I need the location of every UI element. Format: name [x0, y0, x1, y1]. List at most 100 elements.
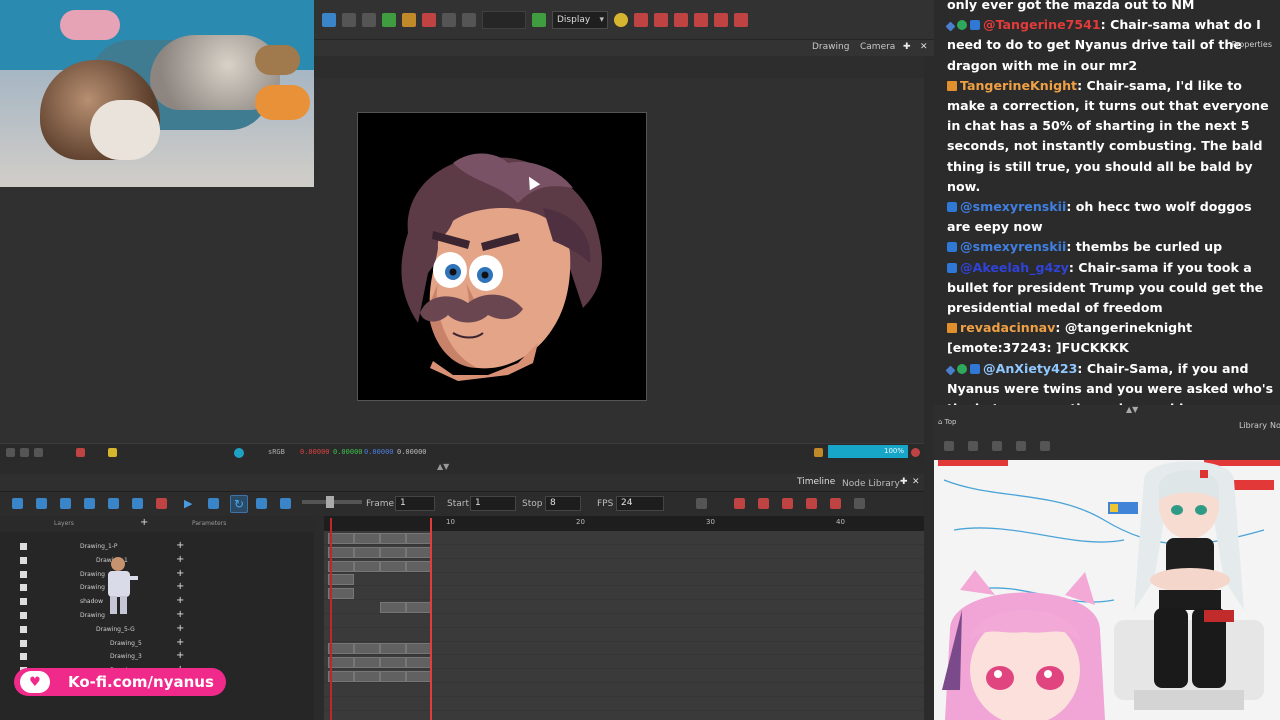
add-parameter-icon[interactable]: +	[176, 637, 184, 649]
tab-node-library[interactable]: Node Library	[842, 479, 900, 489]
record-icon[interactable]	[911, 448, 920, 457]
layer-row[interactable]: Drawing_5-G +	[0, 623, 314, 636]
onion-skin-icon[interactable]	[694, 12, 708, 27]
brush-icon[interactable]	[422, 12, 436, 27]
frame-cell[interactable]	[380, 643, 406, 655]
frame-input[interactable]: 1	[395, 496, 435, 511]
visibility-toggle-icon[interactable]	[20, 639, 27, 647]
tab-library[interactable]: Library	[1239, 421, 1267, 430]
frame-row[interactable]	[324, 546, 924, 559]
light-icon[interactable]	[614, 12, 628, 27]
frame-row[interactable]	[324, 642, 924, 656]
add-tab-icon[interactable]: ✚	[900, 477, 908, 487]
fps-input[interactable]: 24	[616, 496, 664, 511]
zoom-icon[interactable]	[814, 448, 823, 457]
frame-row[interactable]	[324, 532, 924, 545]
sound-icon[interactable]	[280, 498, 291, 509]
visibility-toggle-icon[interactable]	[20, 625, 27, 633]
add-tab-icon[interactable]: ✚	[903, 42, 911, 52]
frame-row[interactable]	[324, 698, 924, 711]
frame-row[interactable]	[324, 587, 924, 601]
chat-username[interactable]: @AnXiety423	[983, 361, 1077, 376]
collapse-icon[interactable]: ▲▼	[1126, 405, 1138, 414]
add-parameter-icon[interactable]: +	[176, 568, 184, 580]
frame-row[interactable]	[324, 684, 924, 697]
chat-username[interactable]: @smexyrenskii	[960, 199, 1066, 214]
frame-row[interactable]	[324, 573, 924, 587]
add-parameter-icon[interactable]: +	[176, 609, 184, 621]
frame-row[interactable]	[324, 615, 924, 628]
kofi-banner[interactable]: ♥ Ko-fi.com/nyanus	[14, 668, 226, 696]
transform-icon[interactable]	[382, 12, 396, 27]
layer-row[interactable]: Drawing_1-P +	[0, 540, 314, 553]
layer-row[interactable]: Drawing+	[0, 609, 314, 622]
timeline-tool-icon[interactable]	[12, 498, 23, 509]
grid-icon[interactable]	[6, 448, 15, 457]
view-select[interactable]	[482, 10, 526, 29]
timeline-tool-icon[interactable]	[132, 498, 143, 509]
chat-username[interactable]: revadacinnav	[960, 320, 1055, 335]
frame-cell[interactable]	[354, 533, 380, 544]
step-icon[interactable]	[208, 498, 219, 509]
add-parameter-icon[interactable]: +	[176, 595, 184, 607]
add-parameter-icon[interactable]: +	[176, 581, 184, 593]
frame-cell[interactable]	[380, 657, 406, 669]
close-icon[interactable]: ✕	[912, 477, 920, 487]
speed-slider-handle[interactable]	[326, 496, 334, 508]
tool-icon[interactable]	[362, 12, 376, 27]
key-tool-icon[interactable]	[854, 498, 865, 509]
timeline-tool-icon[interactable]	[84, 498, 95, 509]
onion-skin-icon[interactable]	[734, 12, 748, 27]
frame-cell[interactable]	[406, 657, 432, 669]
frame-cell[interactable]	[354, 643, 380, 655]
frame-row[interactable]	[324, 601, 924, 614]
frame-cell[interactable]	[354, 546, 380, 558]
zoom-level[interactable]: 100%	[828, 445, 908, 458]
layer-row[interactable]: Drawing+	[0, 568, 314, 581]
add-parameter-icon[interactable]: +	[176, 623, 184, 635]
key-tool-icon[interactable]	[758, 498, 769, 509]
frame-row[interactable]	[324, 670, 924, 683]
layer-row[interactable]: Drawing_1 +	[0, 554, 314, 567]
frame-cell[interactable]	[380, 560, 406, 572]
panel-splitter[interactable]: ▲▼	[0, 461, 924, 474]
onion-skin-icon[interactable]	[654, 12, 668, 27]
timeline-tool-icon[interactable]	[60, 498, 71, 509]
start-input[interactable]: 1	[470, 496, 516, 511]
view-icon[interactable]	[322, 12, 336, 27]
loop-icon[interactable]: ↻	[230, 495, 248, 513]
add-parameter-icon[interactable]: +	[176, 540, 184, 552]
node-tool-icon[interactable]	[1040, 441, 1050, 451]
onion-skin-icon[interactable]	[714, 12, 728, 27]
grid-icon[interactable]	[34, 448, 43, 457]
add-layer-icon[interactable]: +	[140, 517, 148, 528]
layer-row[interactable]: Drawing_5 +	[0, 637, 314, 650]
layer-row[interactable]: Drawing_3 +	[0, 650, 314, 663]
key-tool-icon[interactable]	[806, 498, 817, 509]
grid-icon[interactable]	[20, 448, 29, 457]
key-tool-icon[interactable]	[696, 498, 707, 509]
visibility-toggle-icon[interactable]	[20, 598, 27, 606]
tab-camera[interactable]: Camera	[860, 42, 895, 52]
frame-cell[interactable]	[380, 671, 406, 682]
frame-cell[interactable]	[380, 602, 406, 613]
start-marker[interactable]	[330, 518, 332, 720]
timeline-tool-icon[interactable]	[36, 498, 47, 509]
timeline-tool-icon[interactable]	[156, 498, 167, 509]
add-parameter-icon[interactable]: +	[176, 650, 184, 662]
playhead[interactable]	[430, 518, 432, 720]
frame-grid[interactable]	[324, 532, 924, 720]
frame-cell[interactable]	[406, 533, 432, 544]
node-tool-icon[interactable]	[968, 441, 978, 451]
flag-icon[interactable]	[532, 12, 546, 27]
frame-cell[interactable]	[354, 671, 380, 682]
visibility-toggle-icon[interactable]	[20, 556, 27, 564]
frame-cell[interactable]	[380, 546, 406, 558]
timeline-tool-icon[interactable]	[108, 498, 119, 509]
visibility-toggle-icon[interactable]	[20, 612, 27, 619]
visibility-toggle-icon[interactable]	[20, 653, 27, 661]
chat-username[interactable]: @Tangerine7541	[983, 17, 1101, 32]
kofi-link-text[interactable]: Ko-fi.com/nyanus	[68, 673, 214, 691]
node-tool-icon[interactable]	[992, 441, 1002, 451]
lock-icon[interactable]	[76, 448, 85, 457]
